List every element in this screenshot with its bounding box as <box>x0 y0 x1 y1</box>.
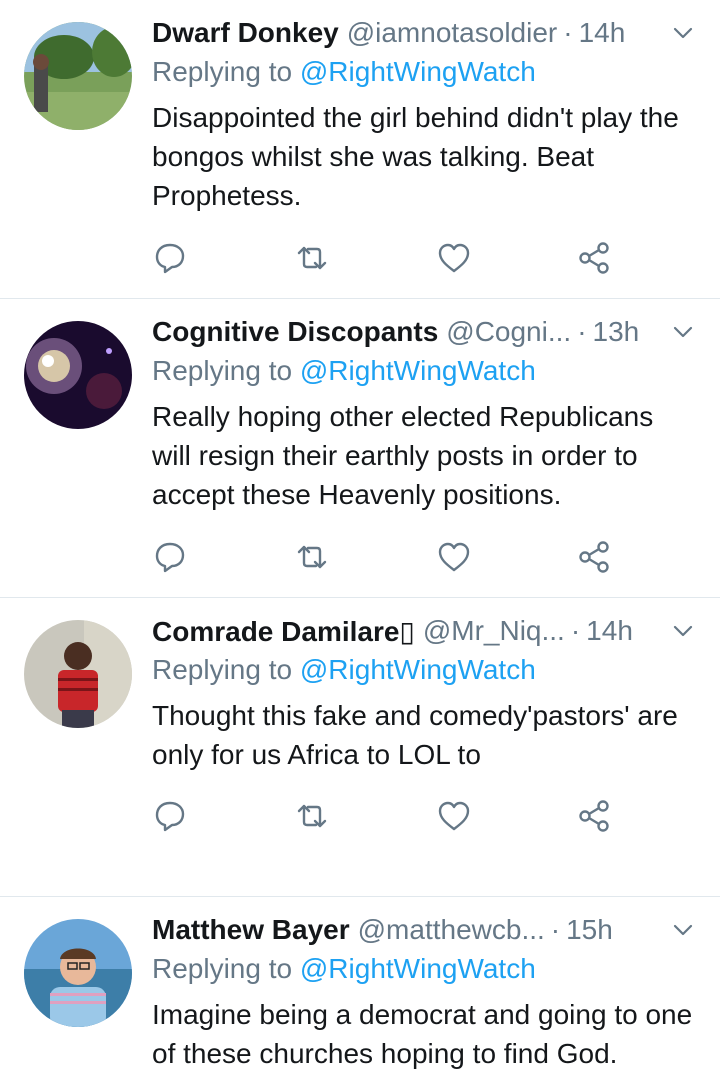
reply-icon[interactable] <box>152 240 188 276</box>
retweet-icon[interactable] <box>294 798 330 834</box>
like-icon[interactable] <box>436 240 472 276</box>
replying-to-label: Replying to <box>152 654 293 685</box>
retweet-icon[interactable] <box>294 240 330 276</box>
chevron-down-icon[interactable] <box>670 20 696 46</box>
avatar[interactable] <box>24 22 132 130</box>
avatar[interactable] <box>24 620 132 728</box>
replying-to-label: Replying to <box>152 56 293 87</box>
user-handle[interactable]: @Mr_Niq... <box>423 615 565 647</box>
replying-to: Replying to @RightWingWatch <box>152 949 696 989</box>
mention-link[interactable]: @RightWingWatch <box>300 355 536 386</box>
timestamp[interactable]: 14h <box>586 615 633 647</box>
tweet-actions <box>152 539 660 575</box>
tweet-header: Dwarf Donkey @iamnotasoldier · 14h <box>152 14 696 52</box>
share-icon[interactable] <box>576 798 612 834</box>
replying-to: Replying to @RightWingWatch <box>152 52 696 92</box>
timestamp[interactable]: 14h <box>579 17 626 49</box>
tweet-text: Imagine being a democrat and going to on… <box>152 999 693 1069</box>
tweet-text: Disappointed the girl behind didn't play… <box>152 102 679 211</box>
tweet-actions <box>152 240 660 276</box>
avatar[interactable] <box>24 321 132 429</box>
replying-to: Replying to @RightWingWatch <box>152 650 696 690</box>
tweet-text: Really hoping other elected Republicans … <box>152 401 654 510</box>
timeline: Dwarf Donkey @iamnotasoldier · 14h Reply… <box>0 0 720 1087</box>
separator-dot: · <box>577 316 587 347</box>
user-name[interactable]: Dwarf Donkey <box>152 17 339 49</box>
tweet-header: Matthew Bayer @matthewcb... · 15h <box>152 911 696 949</box>
share-icon[interactable] <box>576 240 612 276</box>
user-name[interactable]: Matthew Bayer <box>152 914 350 946</box>
tweet-actions <box>152 798 660 834</box>
like-icon[interactable] <box>436 798 472 834</box>
reply-icon[interactable] <box>152 798 188 834</box>
tweet-header: Cognitive Discopants @Cogni... · 13h <box>152 313 696 351</box>
share-icon[interactable] <box>576 539 612 575</box>
tweet-header: Comrade Damilare▯ @Mr_Niq... · 14h <box>152 612 696 650</box>
timestamp[interactable]: 13h <box>593 316 640 348</box>
chevron-down-icon[interactable] <box>670 319 696 345</box>
replying-to-label: Replying to <box>152 953 293 984</box>
chevron-down-icon[interactable] <box>670 917 696 943</box>
like-icon[interactable] <box>436 539 472 575</box>
mention-link[interactable]: @RightWingWatch <box>300 953 536 984</box>
replying-to: Replying to @RightWingWatch <box>152 351 696 391</box>
timestamp[interactable]: 15h <box>566 914 613 946</box>
tweet[interactable]: Dwarf Donkey @iamnotasoldier · 14h Reply… <box>0 0 720 299</box>
user-handle[interactable]: @matthewcb... <box>358 914 545 946</box>
separator-dot: · <box>570 615 581 646</box>
separator-dot: · <box>550 914 561 945</box>
retweet-icon[interactable] <box>294 539 330 575</box>
mention-link[interactable]: @RightWingWatch <box>300 56 536 87</box>
chevron-down-icon[interactable] <box>670 618 696 644</box>
replying-to-label: Replying to <box>152 355 293 386</box>
mention-link[interactable]: @RightWingWatch <box>300 654 536 685</box>
user-handle[interactable]: @iamnotasoldier <box>347 17 558 49</box>
reply-icon[interactable] <box>152 539 188 575</box>
user-name[interactable]: Comrade Damilare▯ <box>152 615 415 648</box>
tweet[interactable]: Comrade Damilare▯ @Mr_Niq... · 14h Reply… <box>0 598 720 897</box>
tweet[interactable]: Matthew Bayer @matthewcb... · 15h Replyi… <box>0 897 720 1087</box>
user-name[interactable]: Cognitive Discopants <box>152 316 438 348</box>
tweet[interactable]: Cognitive Discopants @Cogni... · 13h Rep… <box>0 299 720 598</box>
tweet-text: Thought this fake and comedy'pastors' ar… <box>152 700 678 770</box>
separator-dot: · <box>563 17 573 48</box>
user-handle[interactable]: @Cogni... <box>446 316 571 348</box>
avatar[interactable] <box>24 919 132 1027</box>
